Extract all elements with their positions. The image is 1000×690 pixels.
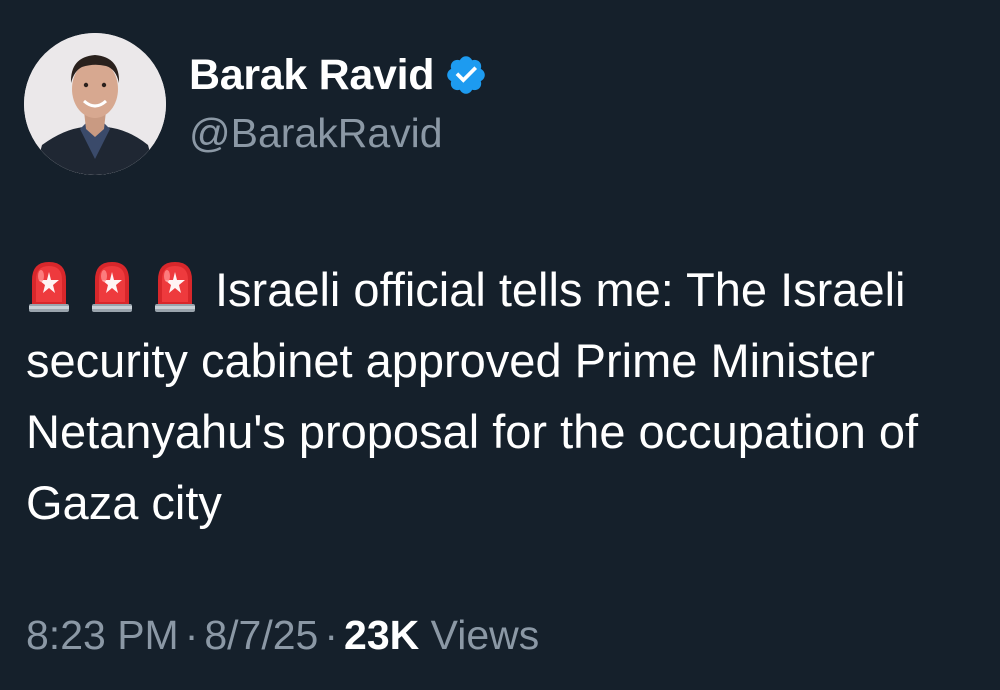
tweet-time[interactable]: 8:23 PM	[26, 612, 179, 658]
tweet-meta: 8:23 PM · 8/7/25 · 23K Views	[26, 610, 539, 660]
author-display-name[interactable]: Barak Ravid	[189, 50, 435, 100]
views-count[interactable]: 23K	[344, 612, 419, 658]
author-name-row[interactable]: Barak Ravid	[189, 50, 488, 100]
views-label[interactable]: Views	[431, 612, 540, 658]
person-avatar-icon	[24, 33, 166, 175]
police-siren-icon	[89, 258, 135, 314]
tweet-date[interactable]: 8/7/25	[204, 612, 318, 658]
meta-separator: ·	[184, 612, 199, 658]
police-siren-icon	[152, 258, 198, 314]
author-avatar[interactable]	[24, 33, 166, 175]
tweet-card: Barak Ravid @BarakRavid Israeli official…	[0, 0, 1000, 690]
verified-badge-icon[interactable]	[444, 53, 488, 97]
author-handle[interactable]: @BarakRavid	[189, 108, 443, 158]
police-siren-icon	[26, 258, 72, 314]
meta-separator: ·	[324, 612, 339, 658]
tweet-text: Israeli official tells me: The Israeli s…	[26, 254, 976, 538]
